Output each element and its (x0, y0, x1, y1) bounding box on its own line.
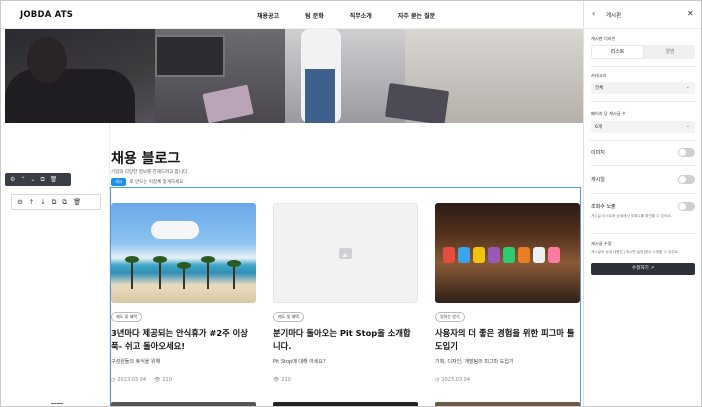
blog-card[interactable]: 일하는 방식 사용자의 더 좋은 경험을 위한 피그마 툴 도입기 기획, 디자… (435, 203, 580, 383)
card-thumbnail (111, 203, 256, 303)
paste-icon[interactable]: ⧉ (62, 199, 67, 206)
page-title: 채용 블로그 (111, 151, 181, 167)
nav-link-faq[interactable]: 자주 묻는 질문 (398, 11, 435, 20)
card-meta: ◷ 2023.03.04 👁 210 (111, 377, 256, 383)
chevron-down-icon: ⌄ (685, 84, 690, 90)
back-icon[interactable]: ‹ (592, 9, 595, 18)
blog-card[interactable]: 제도 및 혜택 3년마다 제공되는 안식휴가 #2주 이상 푹- 쉬고 돌아오세… (111, 203, 256, 383)
nav-link-jobs[interactable]: 채용공고 (257, 11, 279, 20)
category-label: 카테고리 (591, 73, 607, 78)
panel-title: 게시판 (606, 13, 622, 19)
card-meta: ◷ 2023.03.04 (435, 377, 580, 383)
close-icon[interactable]: ✕ (687, 9, 694, 18)
clock-icon: ◷ (435, 377, 440, 383)
divider (590, 165, 696, 166)
blog-tag[interactable]: 게시 (111, 178, 127, 186)
top-nav: JOBDA ATS 채용공고 팀 문화 직무소개 자주 묻는 질문 (1, 1, 583, 29)
left-gutter (5, 123, 110, 406)
next-row-thumbnail (435, 402, 580, 406)
section-toolbar-dark: ⚙ ⌃ ⌄ ⧉ 🗑 (5, 173, 71, 186)
divider (590, 66, 696, 67)
panel-header: ‹ 게시판 ✕ (584, 1, 701, 29)
category-select[interactable]: 전체 ⌄ (591, 82, 695, 94)
app-frame: JOBDA ATS 채용공고 팀 문화 직무소개 자주 묻는 질문 채용 블로그… (0, 0, 702, 407)
card-category: 제도 및 혜택 (111, 312, 142, 322)
blog-subtitle: 기업의 다양한 정보를 전해드려고 합니다. (111, 170, 189, 175)
toggle-views[interactable] (678, 202, 695, 211)
divider (590, 233, 696, 234)
card-desc: Pit Stop에 대해 아세요? (273, 359, 326, 365)
layout-option-album[interactable]: 앨범 (645, 46, 695, 58)
per-page-select[interactable]: 6개 ⌄ (591, 121, 695, 133)
date-meta: ◷ 2023.03.04 (435, 377, 471, 383)
card-desc: 기획, 디자인, 개발팀의 피그마 도입기 (435, 359, 514, 365)
duplicate-icon[interactable]: ⧉ (52, 199, 57, 206)
card-title: 사용자의 더 좋은 경험을 위한 피그마 툴 도입기 (435, 328, 575, 351)
trash-icon[interactable]: 🗑 (73, 199, 81, 206)
divider (590, 140, 696, 141)
divider (590, 193, 696, 194)
copy-icon[interactable]: ⧉ (40, 176, 44, 183)
toggle-date[interactable] (678, 175, 695, 184)
divider (51, 403, 63, 404)
blog-card[interactable]: 제도 및 혜택 분기마다 돌아오는 Pit Stop을 소개합니다. Pit S… (273, 203, 418, 383)
layout-segmented-control: 리스트 앨범 (591, 45, 695, 59)
chevron-up-icon[interactable]: ⌃ (20, 176, 25, 183)
next-row-thumbnail (273, 402, 418, 406)
card-thumbnail-placeholder (273, 203, 418, 303)
card-category: 제도 및 혜택 (273, 312, 304, 322)
per-page-label: 페이지 당 게시글 수 (591, 111, 626, 116)
toggle-label-views: 조회수 노출 (591, 204, 616, 210)
card-meta: 👁 210 (273, 377, 418, 383)
card-desc: 구성원들의 휴식을 위해 (111, 359, 161, 365)
edit-note: 게시글의 상세 내용은 [게시판 설정]에서 수정할 수 있어요. (591, 250, 679, 254)
views-meta: 👁 210 (273, 377, 291, 383)
divider (590, 101, 696, 102)
external-link-icon: ↗ (650, 266, 655, 271)
toggle-label-date: 게시일 (591, 177, 605, 183)
arrow-up-icon[interactable]: ↑ (29, 199, 34, 206)
card-category: 일하는 방식 (435, 312, 465, 322)
nav-link-culture[interactable]: 팀 문화 (305, 11, 324, 20)
image-icon (339, 247, 352, 259)
clock-icon: ◷ (111, 377, 116, 383)
block-toolbar: ⚙ ↑ ↓ ⧉ ⧉ 🗑 (11, 194, 101, 210)
settings-icon[interactable]: ⚙ (17, 199, 23, 206)
edit-button[interactable]: 수정하기 ↗ (591, 263, 695, 275)
views-note: 게시글 리스트와 상세에서 조회수를 확인할 수 있어요. (591, 214, 672, 218)
views-meta: 👁 210 (154, 377, 172, 383)
eye-icon: 👁 (154, 377, 161, 383)
chevron-down-icon[interactable]: ⌄ (30, 176, 35, 183)
nav-link-roles[interactable]: 직무소개 (350, 11, 372, 20)
chevron-down-icon: ⌄ (685, 123, 690, 129)
layout-option-list[interactable]: 리스트 (592, 46, 643, 58)
settings-panel: ‹ 게시판 ✕ 게시판 디자인 리스트 앨범 카테고리 전체 ⌄ 페이지 당 게시… (583, 1, 701, 406)
arrow-down-icon[interactable]: ↓ (40, 199, 45, 206)
nav-links: 채용공고 팀 문화 직무소개 자주 묻는 질문 (257, 11, 461, 20)
card-thumbnail (435, 203, 580, 303)
toggle-image[interactable] (678, 148, 695, 157)
hero-image (5, 29, 583, 123)
edit-label: 게시글 수정 (591, 241, 612, 246)
date-meta: ◷ 2023.03.04 (111, 377, 147, 383)
layout-label: 게시판 디자인 (591, 36, 616, 41)
card-title: 분기마다 돌아오는 Pit Stop을 소개합니다. (273, 328, 411, 351)
blog-subtitle-2: 게시 로 만으는 이잡체 맞게하세요. (111, 178, 185, 186)
logo[interactable]: JOBDA ATS (20, 10, 73, 20)
next-row-thumbnail (111, 402, 256, 406)
card-title: 3년마다 제공되는 안식휴가 #2주 이상 푹- 쉬고 돌아오세요! (111, 328, 248, 351)
eye-icon: 👁 (273, 377, 280, 383)
trash-icon[interactable]: 🗑 (50, 176, 58, 183)
settings-icon[interactable]: ⚙ (10, 176, 15, 183)
toggle-label-image: 이미지 (591, 150, 605, 156)
